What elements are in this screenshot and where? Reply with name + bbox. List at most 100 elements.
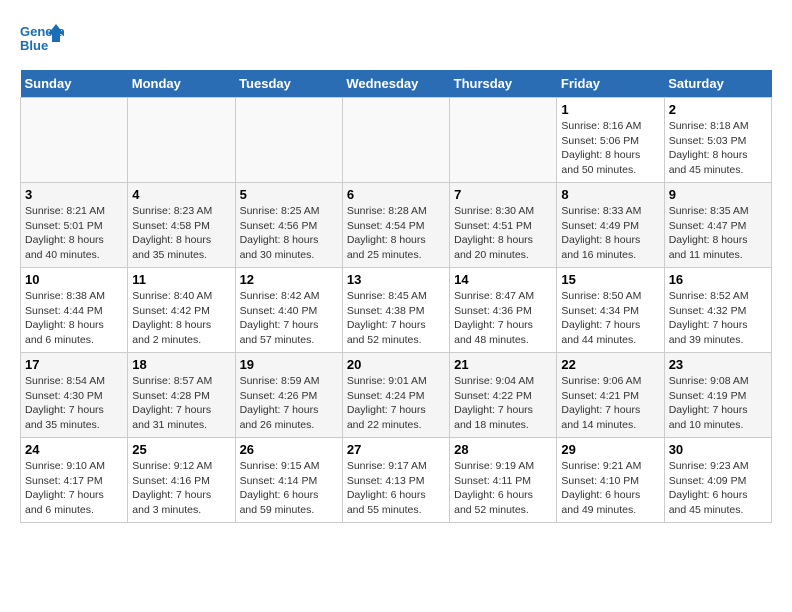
calendar-cell: 7 Sunrise: 8:30 AM Sunset: 4:51 PM Daylig… xyxy=(450,183,557,268)
calendar-cell: 22Sunrise: 9:06 AM Sunset: 4:21 PM Dayli… xyxy=(557,353,664,438)
day-number: 18 xyxy=(132,357,230,372)
calendar-cell: 24 Sunrise: 9:10 AM Sunset: 4:17 PM Dayli… xyxy=(21,438,128,523)
day-number: 9 xyxy=(669,187,767,202)
calendar-cell: 5Sunrise: 8:25 AM Sunset: 4:56 PM Daylig… xyxy=(235,183,342,268)
day-number: 12 xyxy=(240,272,338,287)
day-info: Sunrise: 8:21 AM Sunset: 5:01 PM Dayligh… xyxy=(25,204,123,263)
day-number: 25 xyxy=(132,442,230,457)
day-number: 6 xyxy=(347,187,445,202)
calendar-cell: 10 Sunrise: 8:38 AM Sunset: 4:44 PM Dayli… xyxy=(21,268,128,353)
day-number: 7 xyxy=(454,187,552,202)
calendar-cell: 14 Sunrise: 8:47 AM Sunset: 4:36 PM Dayli… xyxy=(450,268,557,353)
day-info: Sunrise: 9:23 AM Sunset: 4:09 PM Dayligh… xyxy=(669,459,767,518)
day-info: Sunrise: 8:40 AM Sunset: 4:42 PM Dayligh… xyxy=(132,289,230,348)
day-info: Sunrise: 8:23 AM Sunset: 4:58 PM Dayligh… xyxy=(132,204,230,263)
day-number: 19 xyxy=(240,357,338,372)
calendar-cell: 6 Sunrise: 8:28 AM Sunset: 4:54 PM Daylig… xyxy=(342,183,449,268)
day-number: 30 xyxy=(669,442,767,457)
day-number: 1 xyxy=(561,102,659,117)
logo-svg: General Blue xyxy=(20,20,64,60)
calendar-cell: 9 Sunrise: 8:35 AM Sunset: 4:47 PM Daylig… xyxy=(664,183,771,268)
logo: General Blue xyxy=(20,20,64,60)
svg-text:Blue: Blue xyxy=(20,38,48,53)
day-number: 22 xyxy=(561,357,659,372)
calendar-cell: 3 Sunrise: 8:21 AM Sunset: 5:01 PM Daylig… xyxy=(21,183,128,268)
calendar-week-3: 10 Sunrise: 8:38 AM Sunset: 4:44 PM Dayli… xyxy=(21,268,772,353)
day-info: Sunrise: 9:12 AM Sunset: 4:16 PM Dayligh… xyxy=(132,459,230,518)
day-info: Sunrise: 8:59 AM Sunset: 4:26 PM Dayligh… xyxy=(240,374,338,433)
calendar-cell: 21Sunrise: 9:04 AM Sunset: 4:22 PM Dayli… xyxy=(450,353,557,438)
day-number: 29 xyxy=(561,442,659,457)
day-info: Sunrise: 8:57 AM Sunset: 4:28 PM Dayligh… xyxy=(132,374,230,433)
calendar-cell: 2 Sunrise: 8:18 AM Sunset: 5:03 PM Daylig… xyxy=(664,98,771,183)
day-number: 28 xyxy=(454,442,552,457)
day-number: 23 xyxy=(669,357,767,372)
calendar-cell xyxy=(21,98,128,183)
day-info: Sunrise: 9:10 AM Sunset: 4:17 PM Dayligh… xyxy=(25,459,123,518)
day-info: Sunrise: 8:28 AM Sunset: 4:54 PM Dayligh… xyxy=(347,204,445,263)
day-info: Sunrise: 8:38 AM Sunset: 4:44 PM Dayligh… xyxy=(25,289,123,348)
calendar-cell: 17 Sunrise: 8:54 AM Sunset: 4:30 PM Dayli… xyxy=(21,353,128,438)
day-number: 21 xyxy=(454,357,552,372)
day-info: Sunrise: 8:47 AM Sunset: 4:36 PM Dayligh… xyxy=(454,289,552,348)
weekday-header-wednesday: Wednesday xyxy=(342,70,449,98)
day-number: 26 xyxy=(240,442,338,457)
day-number: 14 xyxy=(454,272,552,287)
day-info: Sunrise: 9:17 AM Sunset: 4:13 PM Dayligh… xyxy=(347,459,445,518)
day-info: Sunrise: 8:30 AM Sunset: 4:51 PM Dayligh… xyxy=(454,204,552,263)
weekday-header-friday: Friday xyxy=(557,70,664,98)
day-info: Sunrise: 8:54 AM Sunset: 4:30 PM Dayligh… xyxy=(25,374,123,433)
calendar-cell xyxy=(235,98,342,183)
day-number: 20 xyxy=(347,357,445,372)
weekday-header-saturday: Saturday xyxy=(664,70,771,98)
calendar-week-5: 24 Sunrise: 9:10 AM Sunset: 4:17 PM Dayli… xyxy=(21,438,772,523)
day-info: Sunrise: 9:15 AM Sunset: 4:14 PM Dayligh… xyxy=(240,459,338,518)
day-info: Sunrise: 9:21 AM Sunset: 4:10 PM Dayligh… xyxy=(561,459,659,518)
calendar-cell: 27 Sunrise: 9:17 AM Sunset: 4:13 PM Dayli… xyxy=(342,438,449,523)
day-info: Sunrise: 8:25 AM Sunset: 4:56 PM Dayligh… xyxy=(240,204,338,263)
calendar-cell: 30 Sunrise: 9:23 AM Sunset: 4:09 PM Dayli… xyxy=(664,438,771,523)
day-number: 4 xyxy=(132,187,230,202)
day-info: Sunrise: 8:45 AM Sunset: 4:38 PM Dayligh… xyxy=(347,289,445,348)
day-info: Sunrise: 9:01 AM Sunset: 4:24 PM Dayligh… xyxy=(347,374,445,433)
calendar-cell: 1Sunrise: 8:16 AM Sunset: 5:06 PM Daylig… xyxy=(557,98,664,183)
calendar-cell: 26 Sunrise: 9:15 AM Sunset: 4:14 PM Dayli… xyxy=(235,438,342,523)
day-info: Sunrise: 8:35 AM Sunset: 4:47 PM Dayligh… xyxy=(669,204,767,263)
day-number: 27 xyxy=(347,442,445,457)
calendar-cell xyxy=(450,98,557,183)
day-number: 8 xyxy=(561,187,659,202)
day-info: Sunrise: 8:18 AM Sunset: 5:03 PM Dayligh… xyxy=(669,119,767,178)
day-info: Sunrise: 8:33 AM Sunset: 4:49 PM Dayligh… xyxy=(561,204,659,263)
calendar-cell: 19 Sunrise: 8:59 AM Sunset: 4:26 PM Dayli… xyxy=(235,353,342,438)
day-info: Sunrise: 8:42 AM Sunset: 4:40 PM Dayligh… xyxy=(240,289,338,348)
day-info: Sunrise: 8:50 AM Sunset: 4:34 PM Dayligh… xyxy=(561,289,659,348)
calendar-cell: 11 Sunrise: 8:40 AM Sunset: 4:42 PM Dayli… xyxy=(128,268,235,353)
calendar-cell: 15Sunrise: 8:50 AM Sunset: 4:34 PM Dayli… xyxy=(557,268,664,353)
calendar-cell: 28 Sunrise: 9:19 AM Sunset: 4:11 PM Dayli… xyxy=(450,438,557,523)
day-info: Sunrise: 9:08 AM Sunset: 4:19 PM Dayligh… xyxy=(669,374,767,433)
weekday-header-tuesday: Tuesday xyxy=(235,70,342,98)
calendar-cell: 13 Sunrise: 8:45 AM Sunset: 4:38 PM Dayli… xyxy=(342,268,449,353)
day-number: 3 xyxy=(25,187,123,202)
calendar-cell: 25 Sunrise: 9:12 AM Sunset: 4:16 PM Dayli… xyxy=(128,438,235,523)
weekday-header-row: SundayMondayTuesdayWednesdayThursdayFrid… xyxy=(21,70,772,98)
calendar-cell: 8 Sunrise: 8:33 AM Sunset: 4:49 PM Daylig… xyxy=(557,183,664,268)
day-number: 10 xyxy=(25,272,123,287)
day-number: 2 xyxy=(669,102,767,117)
day-number: 13 xyxy=(347,272,445,287)
weekday-header-thursday: Thursday xyxy=(450,70,557,98)
calendar-cell xyxy=(128,98,235,183)
day-number: 17 xyxy=(25,357,123,372)
day-number: 24 xyxy=(25,442,123,457)
day-info: Sunrise: 9:19 AM Sunset: 4:11 PM Dayligh… xyxy=(454,459,552,518)
calendar-cell xyxy=(342,98,449,183)
day-info: Sunrise: 8:52 AM Sunset: 4:32 PM Dayligh… xyxy=(669,289,767,348)
calendar-week-2: 3 Sunrise: 8:21 AM Sunset: 5:01 PM Daylig… xyxy=(21,183,772,268)
calendar-cell: 4 Sunrise: 8:23 AM Sunset: 4:58 PM Daylig… xyxy=(128,183,235,268)
weekday-header-sunday: Sunday xyxy=(21,70,128,98)
calendar-week-4: 17 Sunrise: 8:54 AM Sunset: 4:30 PM Dayli… xyxy=(21,353,772,438)
day-number: 11 xyxy=(132,272,230,287)
calendar-cell: 16 Sunrise: 8:52 AM Sunset: 4:32 PM Dayli… xyxy=(664,268,771,353)
day-number: 16 xyxy=(669,272,767,287)
weekday-header-monday: Monday xyxy=(128,70,235,98)
